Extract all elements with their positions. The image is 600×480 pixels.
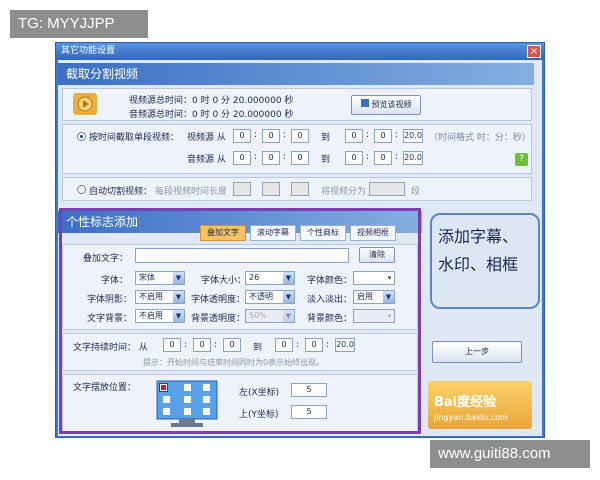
- auto-cut-panel: 自动切割视频： 每段视频时间长度 将视频分为 段: [62, 177, 532, 201]
- video-icon: [73, 93, 97, 115]
- video-total-time: 视频源总时间：0 时 0 分 20.000000 秒: [129, 96, 294, 106]
- colon-label: :: [395, 152, 399, 162]
- video-end-minute[interactable]: 0: [374, 129, 392, 143]
- time-format-hint: （时间格式 时：分：秒）: [429, 133, 531, 143]
- radio-auto-cut-label: 自动切割视频：: [89, 187, 153, 197]
- radio-time-cut-label: 按时间截取单段视频：: [89, 133, 180, 143]
- video-src-label: 视频源 从: [187, 133, 226, 143]
- colon-label: :: [283, 152, 287, 162]
- video-end-hour[interactable]: 0: [345, 129, 363, 143]
- colon-label: :: [283, 130, 287, 140]
- segment-count-input[interactable]: [369, 182, 405, 196]
- baidu-jingyan-logo: Bai度经验 jingyan.baidu.com: [428, 381, 532, 429]
- video-info-panel: 视频源总时间：0 时 0 分 20.000000 秒 音频源总时间：0 时 0 …: [62, 88, 532, 121]
- close-button[interactable]: ×: [527, 45, 541, 58]
- baidu-url: jingyan.baidu.com: [434, 413, 508, 422]
- callout-line-2: 水印、相框: [438, 255, 519, 274]
- audio-src-label: 音频源 从: [187, 155, 226, 165]
- watermark-bottom: www.guiti88.com: [430, 440, 590, 468]
- auto-length-second[interactable]: [291, 182, 309, 196]
- colon-label: :: [366, 130, 370, 140]
- auto-length-label: 每段视频时间长度: [155, 187, 228, 197]
- preview-video-button[interactable]: 预览该视频: [351, 95, 421, 115]
- time-cut-panel: 按时间截取单段视频： 视频源 从 0 : 0 : 0 到 0 : 0 : 20.…: [62, 124, 532, 174]
- colon-label: :: [366, 152, 370, 162]
- audio-end-hour[interactable]: 0: [345, 151, 363, 165]
- radio-time-cut[interactable]: [77, 132, 86, 141]
- split-into-label: 将视频分为: [321, 187, 367, 197]
- radio-auto-cut[interactable]: [77, 185, 86, 194]
- callout-annotation: 添加字幕、 水印、相框: [430, 213, 540, 309]
- audio-total-time: 音频源总时间：0 时 0 分 20.000000 秒: [129, 110, 294, 120]
- audio-end-second[interactable]: 20.0: [403, 151, 423, 165]
- help-icon[interactable]: ?: [515, 153, 528, 166]
- colon-label: :: [254, 130, 258, 140]
- colon-label: :: [254, 152, 258, 162]
- watermark-top: TG: MYYJJPP: [10, 10, 148, 38]
- video-start-second[interactable]: 0: [291, 129, 309, 143]
- audio-start-hour[interactable]: 0: [233, 151, 251, 165]
- audio-start-minute[interactable]: 0: [262, 151, 280, 165]
- prev-step-button[interactable]: 上一步: [432, 341, 522, 363]
- film-icon: [360, 99, 369, 107]
- audio-end-minute[interactable]: 0: [374, 151, 392, 165]
- auto-length-hour[interactable]: [233, 182, 251, 196]
- preview-video-label: 预览该视频: [371, 100, 412, 109]
- to-label: 到: [321, 133, 331, 143]
- video-start-hour[interactable]: 0: [233, 129, 251, 143]
- auto-length-minute[interactable]: [262, 182, 280, 196]
- to-label: 到: [321, 155, 331, 165]
- segments-label: 段: [411, 187, 421, 197]
- callout-line-1: 添加字幕、: [438, 227, 519, 246]
- highlight-frame: [59, 208, 421, 434]
- cut-section-header: 截取分割视频: [58, 63, 534, 85]
- baidu-logo-text: Bai度经验: [434, 395, 497, 410]
- window-title: 其它功能设置: [56, 43, 544, 60]
- video-start-minute[interactable]: 0: [262, 129, 280, 143]
- audio-start-second[interactable]: 0: [291, 151, 309, 165]
- video-end-second[interactable]: 20.0: [403, 129, 423, 143]
- colon-label: :: [395, 130, 399, 140]
